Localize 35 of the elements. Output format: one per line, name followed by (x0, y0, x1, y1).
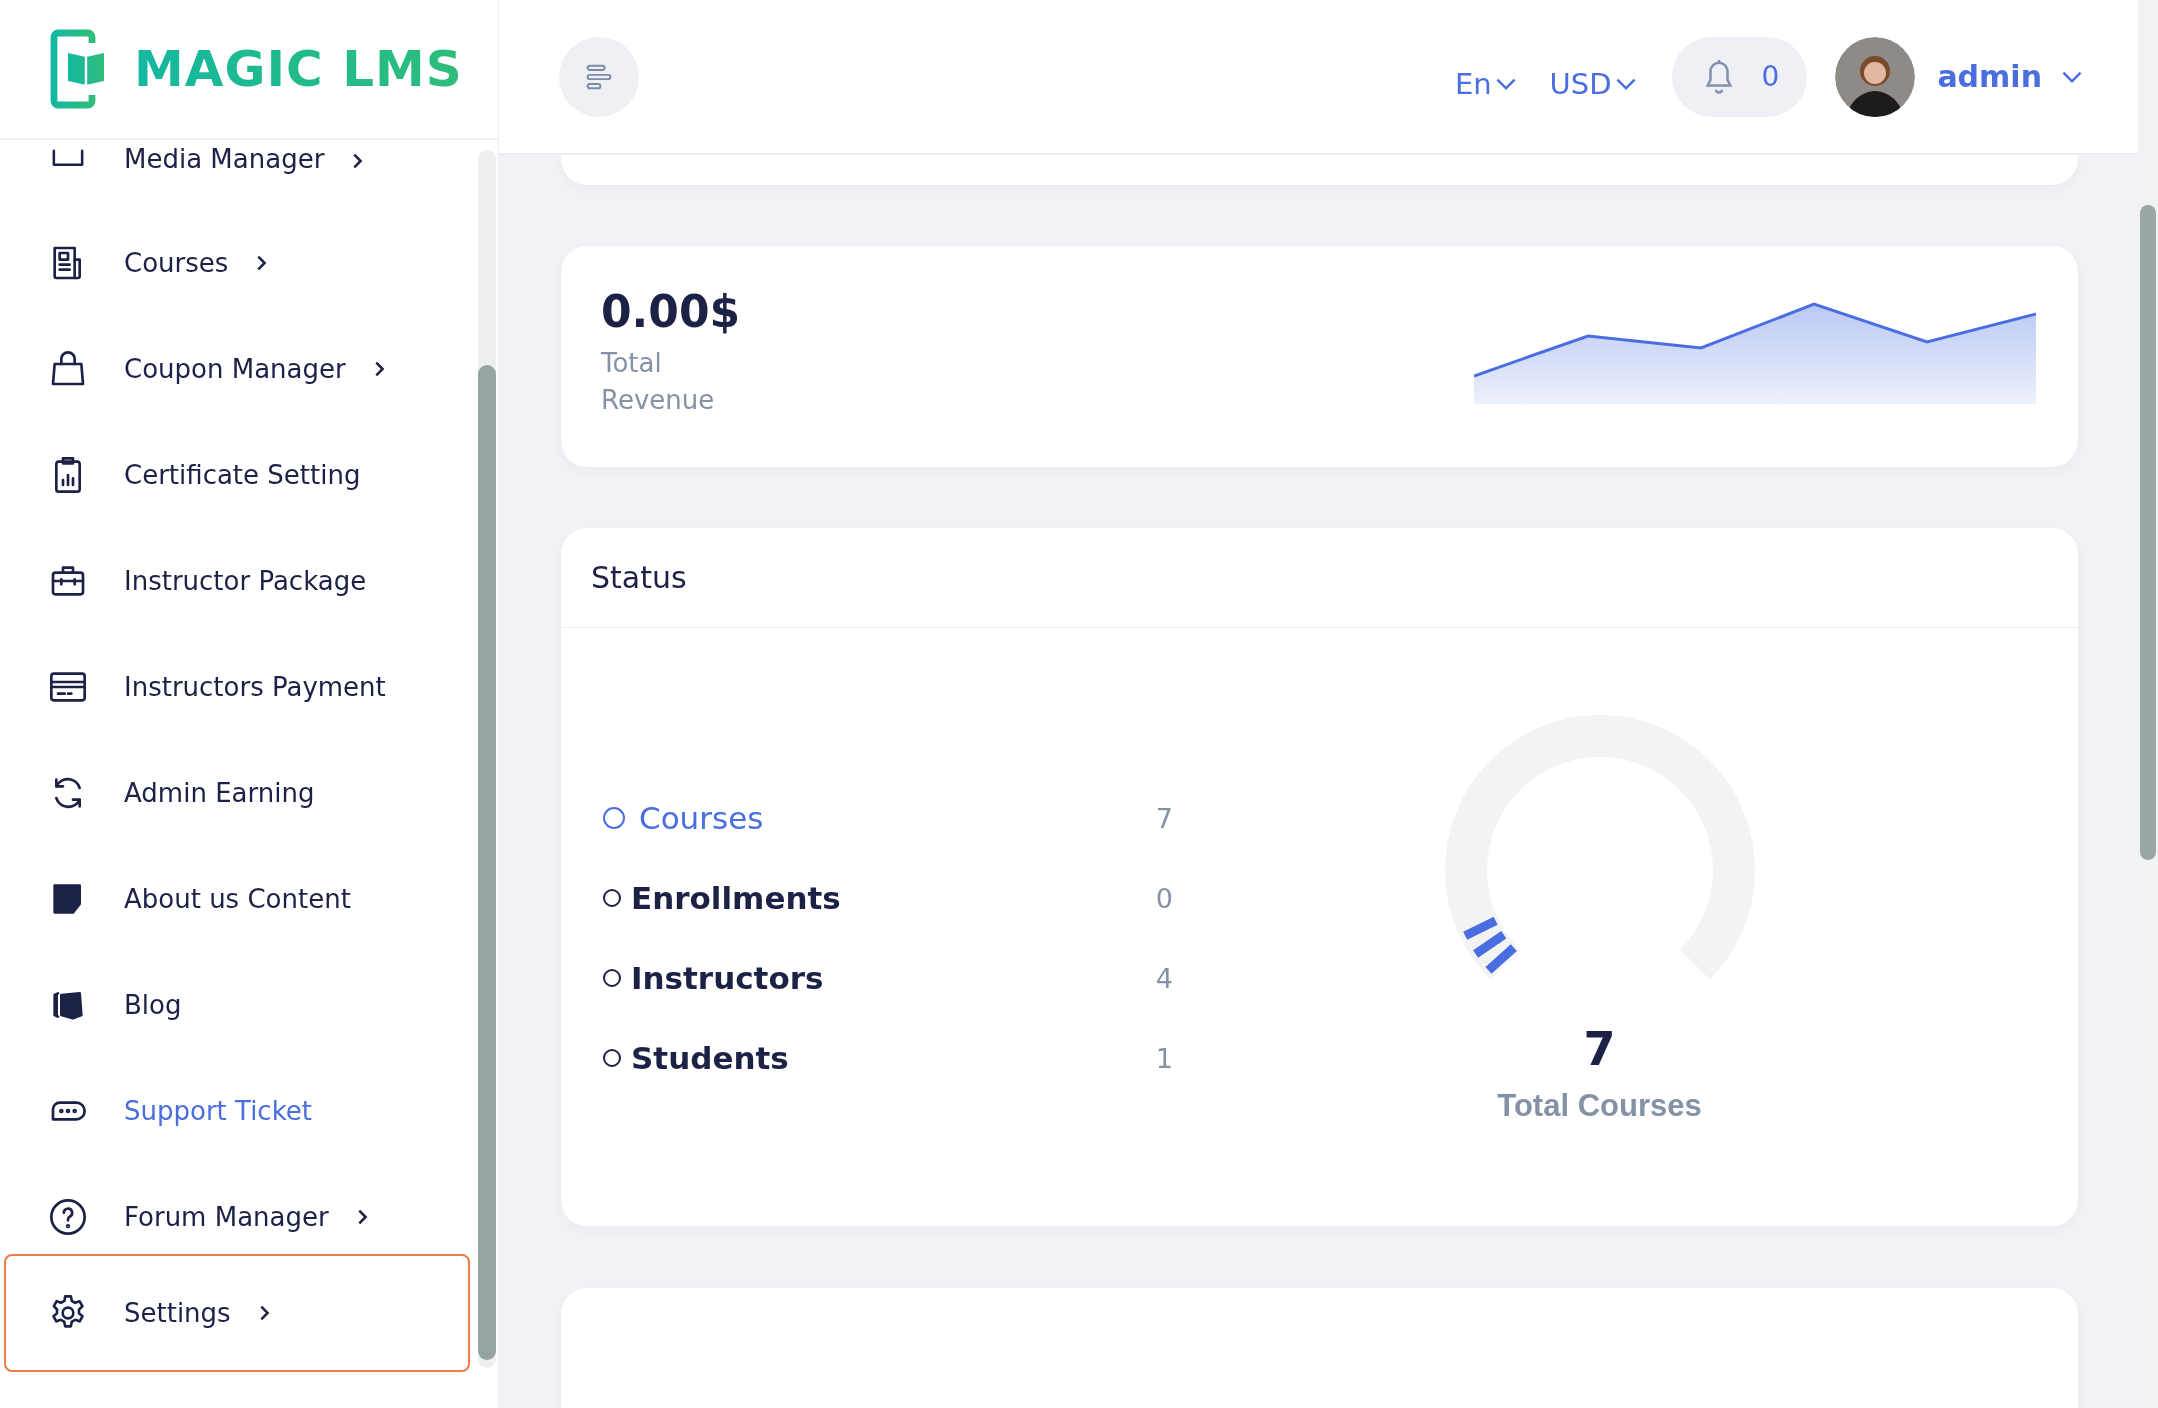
sidebar-item[interactable]: Instructors Payment (4, 634, 470, 740)
avatar[interactable] (1835, 36, 1916, 117)
legend-count: 1 (1154, 1042, 1173, 1074)
user-menu[interactable]: admin (1931, 58, 2088, 95)
total-label: Total Courses (1497, 1088, 1702, 1124)
total-value: 7 (1583, 1022, 1616, 1076)
scrollbar-thumb[interactable] (478, 365, 496, 1360)
caret-down-icon (1495, 76, 1516, 91)
sidebar-item[interactable]: Courses (4, 210, 470, 316)
sidebar-item[interactable]: Instructor Package (4, 528, 470, 634)
legend-item[interactable]: Courses (603, 800, 1133, 836)
caret-down-icon (1615, 76, 1636, 91)
revenue-amount: 0.00$ (601, 286, 741, 337)
legend-item[interactable]: Instructors (603, 960, 1133, 996)
notification-button[interactable]: 0 (1671, 36, 1808, 117)
sidebar-item[interactable]: Settings (4, 1254, 470, 1372)
revenue-label: Total Revenue (601, 347, 716, 417)
card-title: Status (591, 560, 687, 595)
sidebar-item[interactable]: Blog (4, 952, 470, 1058)
sidebar-item[interactable]: Coupon Manager (4, 316, 470, 422)
caret-down-icon (2062, 69, 2082, 84)
legend-count: 7 (1154, 802, 1173, 834)
sidebar-item[interactable]: Media Manager (4, 140, 470, 210)
question-circle-icon (48, 1197, 88, 1237)
sidebar-item[interactable]: Support Ticket (4, 1058, 470, 1164)
language-dropdown[interactable]: En (1454, 66, 1516, 101)
sidebar-item[interactable]: Admin Earning (4, 740, 470, 846)
legend-count: 4 (1154, 962, 1173, 994)
currency-dropdown[interactable]: USD (1549, 66, 1636, 101)
legend-item[interactable]: Students (603, 1040, 1133, 1076)
sidebar-item[interactable]: About us Content (4, 846, 470, 952)
sidebar-item[interactable]: Certificate Setting (4, 422, 470, 528)
legend-count: 0 (1154, 882, 1173, 914)
legend-item[interactable]: Enrollments (603, 880, 1133, 916)
scrollbar-thumb[interactable] (2140, 205, 2156, 860)
